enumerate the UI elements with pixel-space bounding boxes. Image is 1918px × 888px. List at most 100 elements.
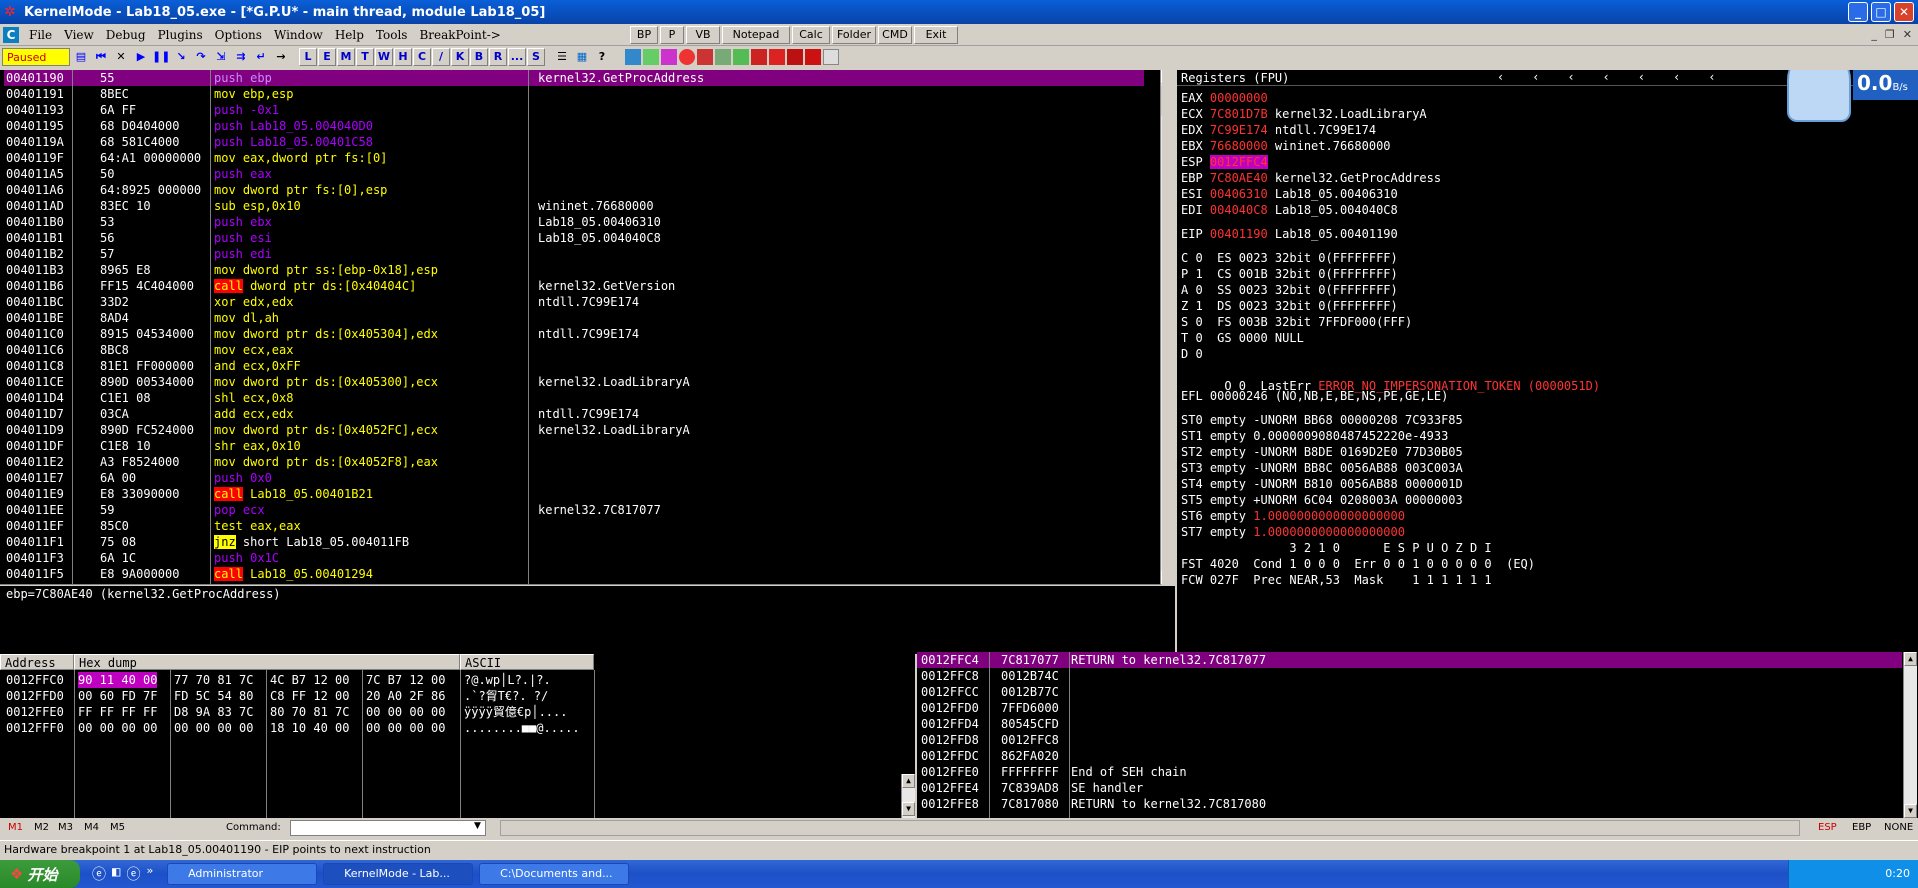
disasm-row[interactable]: 004011DF C1E8 10 shr eax,0x10 xyxy=(4,438,1144,454)
disasm-row[interactable]: 004011B0 53 push ebx Lab18_05.00406310 xyxy=(4,214,1144,230)
plugin-icon-5[interactable] xyxy=(697,49,713,65)
register-value[interactable]: 7C99E174 xyxy=(1210,123,1268,137)
stack-row[interactable]: 0012FFCC 0012B77C xyxy=(917,684,1902,700)
disasm-row[interactable]: 004011D4 C1E1 08 shl ecx,0x8 xyxy=(4,390,1144,406)
open-icon[interactable]: ▤ xyxy=(72,48,90,66)
fpu-row[interactable]: ST4 empty -UNORM B810 0056AB88 0000001D xyxy=(1181,476,1463,492)
mdi-restore-icon[interactable]: ❐ xyxy=(1885,28,1895,41)
disasm-row[interactable]: 004011F1 75 08 jnz short Lab18_05.004011FB xyxy=(4,534,1144,550)
menu-tools[interactable]: Tools xyxy=(370,28,414,42)
disasm-row[interactable]: 004011EE 59 pop ecx kernel32.7C817077 xyxy=(4,502,1144,518)
patches-button[interactable]: / xyxy=(432,48,450,66)
more-icon[interactable]: » xyxy=(146,864,153,884)
fpu-row[interactable]: ST0 empty -UNORM BB68 00000208 7C933F85 xyxy=(1181,412,1463,428)
plugin-icon-7[interactable] xyxy=(733,49,749,65)
flag-row[interactable]: S 0 FS 003B 32bit 7FFDF000(FFF) xyxy=(1181,314,1412,330)
plugin-icon-1[interactable] xyxy=(625,49,641,65)
pause-icon[interactable]: ❚❚ xyxy=(152,48,170,66)
cmd-esp[interactable]: ESP xyxy=(1818,822,1837,833)
plugin-icon-4[interactable] xyxy=(679,49,695,65)
stack-row[interactable]: 0012FFE0 FFFFFFFF End of SEH chain xyxy=(917,764,1902,780)
fpu-row[interactable]: ST3 empty -UNORM BB8C 0056AB88 003C003A xyxy=(1181,460,1463,476)
cmd-button[interactable]: CMD xyxy=(878,26,912,44)
register-value[interactable]: 0012FFC4 xyxy=(1209,155,1268,169)
threads-button[interactable]: T xyxy=(356,48,374,66)
dump-header-ascii[interactable]: ASCII xyxy=(460,654,594,670)
registers-pane[interactable]: Registers (FPU) ‹‹‹‹‹‹‹ EAX 00000000 ECX … xyxy=(1177,70,1918,654)
cmd-tab-m4[interactable]: M4 xyxy=(84,822,99,833)
cpu-button[interactable]: C xyxy=(413,48,431,66)
dump-row[interactable]: 0012FFC0 90 11 40 00 77 70 81 7C 4C B7 12 0… xyxy=(0,672,600,688)
plugin-icon-12[interactable] xyxy=(823,49,839,65)
menu-help[interactable]: Help xyxy=(329,28,370,42)
mdi-minimize-icon[interactable]: _ xyxy=(1871,28,1877,41)
disasm-row[interactable]: 004011B1 56 push esi Lab18_05.004040C8 xyxy=(4,230,1144,246)
dump-row[interactable]: 0012FFD0 00 60 FD 7F FD 5C 54 80 C8 FF 12 0… xyxy=(0,688,600,704)
fpu-row[interactable]: ST5 empty +UNORM 6C04 0208003A 00000003 xyxy=(1181,492,1463,508)
plugin-icon-11[interactable] xyxy=(805,49,821,65)
disasm-row[interactable]: 0040119F 64:A1 00000000 mov eax,dword ptr … xyxy=(4,150,1144,166)
flag-row[interactable]: C 0 ES 0023 32bit 0(FFFFFFFF) xyxy=(1181,250,1412,266)
disasm-row[interactable]: 0040119A 68 581C4000 push Lab18_05.00401C5… xyxy=(4,134,1144,150)
command-input[interactable] xyxy=(290,820,486,836)
plugin-icon-10[interactable] xyxy=(787,49,803,65)
folder-button[interactable]: Folder xyxy=(832,26,876,44)
run-icon[interactable]: ▶ xyxy=(132,48,150,66)
plugin-icon-8[interactable] xyxy=(751,49,767,65)
menu-options[interactable]: Options xyxy=(209,28,268,42)
cmd-none[interactable]: NONE xyxy=(1884,822,1913,833)
memory-button[interactable]: M xyxy=(337,48,355,66)
stack-scrollbar[interactable]: ▲ ▼ xyxy=(1903,652,1917,818)
register-nav-arrows[interactable]: ‹‹‹‹‹‹‹ xyxy=(1497,70,1744,84)
disasm-row[interactable]: 004011AD 83EC 10 sub esp,0x10 wininet.76680… xyxy=(4,198,1144,214)
flag-row[interactable]: A 0 SS 0023 32bit 0(FFFFFFFF) xyxy=(1181,282,1412,298)
flag-row[interactable]: P 1 CS 001B 32bit 0(FFFFFFFF) xyxy=(1181,266,1412,282)
flag-row[interactable]: T 0 GS 0000 NULL xyxy=(1181,330,1412,346)
disassembly-pane[interactable]: 00401190 55 push ebp kernel32.GetProcAddres… xyxy=(0,70,1162,585)
disasm-row[interactable]: 00401190 55 push ebp kernel32.GetProcAddres… xyxy=(4,70,1144,86)
source-button[interactable]: S xyxy=(527,48,545,66)
dump-pane[interactable]: Address Hex dump ASCII 0012FFC0 90 11 40 … xyxy=(0,654,915,818)
disasm-row[interactable]: 004011D7 03CA add ecx,edx ntdll.7C99E174 xyxy=(4,406,1144,422)
stack-row[interactable]: 0012FFD8 0012FFC8 xyxy=(917,732,1902,748)
disasm-row[interactable]: 004011CE 890D 00534000 mov dword ptr ds:[0… xyxy=(4,374,1144,390)
stack-row[interactable]: 0012FFE8 7C817080 RETURN to kernel32.7C817… xyxy=(917,796,1902,812)
dump-scrollbar[interactable]: ▲ ▼ xyxy=(901,774,915,818)
register-value[interactable]: 00401190 xyxy=(1210,227,1268,241)
disasm-row[interactable]: 004011B6 FF15 4C404000 call dword ptr ds:[… xyxy=(4,278,1144,294)
call-stack-button[interactable]: K xyxy=(451,48,469,66)
stack-row[interactable]: 0012FFC8 0012B74C xyxy=(917,668,1902,684)
register-value[interactable]: 004040C8 xyxy=(1210,203,1268,217)
menu-debug[interactable]: Debug xyxy=(100,28,152,42)
cmd-tab-m3[interactable]: M3 xyxy=(58,822,73,833)
breakpoints-button[interactable]: B xyxy=(470,48,488,66)
modules-button[interactable]: E xyxy=(318,48,336,66)
plugin-icon-3[interactable] xyxy=(661,49,677,65)
plugin-icon-6[interactable] xyxy=(715,49,731,65)
task-administrator[interactable]: Administrator xyxy=(167,863,318,885)
maximize-button[interactable]: □ xyxy=(1871,2,1891,22)
step-over-icon[interactable]: ↷ xyxy=(192,48,210,66)
disassembly-scrollbar[interactable]: ▲ ▼ xyxy=(1160,70,1162,585)
fpu-row[interactable]: ST7 empty 1.0000000000000000000 xyxy=(1181,524,1463,540)
dump-header-hex[interactable]: Hex dump xyxy=(74,654,460,670)
start-button[interactable]: ❖ 开始 xyxy=(0,860,80,888)
flag-row[interactable]: D 0 xyxy=(1181,346,1412,362)
fpu-row[interactable]: ST2 empty -UNORM B8DE 0169D2E0 77D30B05 xyxy=(1181,444,1463,460)
cmd-ebp[interactable]: EBP xyxy=(1852,822,1871,833)
handles-button[interactable]: H xyxy=(394,48,412,66)
vb-button[interactable]: VB xyxy=(686,26,720,44)
register-value[interactable]: 7C80AE40 xyxy=(1210,171,1268,185)
disasm-row[interactable]: 004011BE 8AD4 mov dl,ah xyxy=(4,310,1144,326)
bp-button[interactable]: BP xyxy=(630,26,658,44)
explorer-icon[interactable]: ◧ xyxy=(112,864,120,884)
fpu-row[interactable]: ST6 empty 1.0000000000000000000 xyxy=(1181,508,1463,524)
rewind-icon[interactable]: ⏮ xyxy=(92,48,110,66)
disasm-row[interactable]: 004011D9 890D FC524000 mov dword ptr ds:[0… xyxy=(4,422,1144,438)
menu-plugins[interactable]: Plugins xyxy=(152,28,209,42)
dump-row[interactable]: 0012FFF0 00 00 00 00 00 00 00 00 18 10 40 0… xyxy=(0,720,600,736)
menu-file[interactable]: File xyxy=(23,28,58,42)
plugin-icon-2[interactable] xyxy=(643,49,659,65)
references-button[interactable]: R xyxy=(489,48,507,66)
fpu-row[interactable]: ST1 empty 0.0000009080487452220e-4933 xyxy=(1181,428,1463,444)
